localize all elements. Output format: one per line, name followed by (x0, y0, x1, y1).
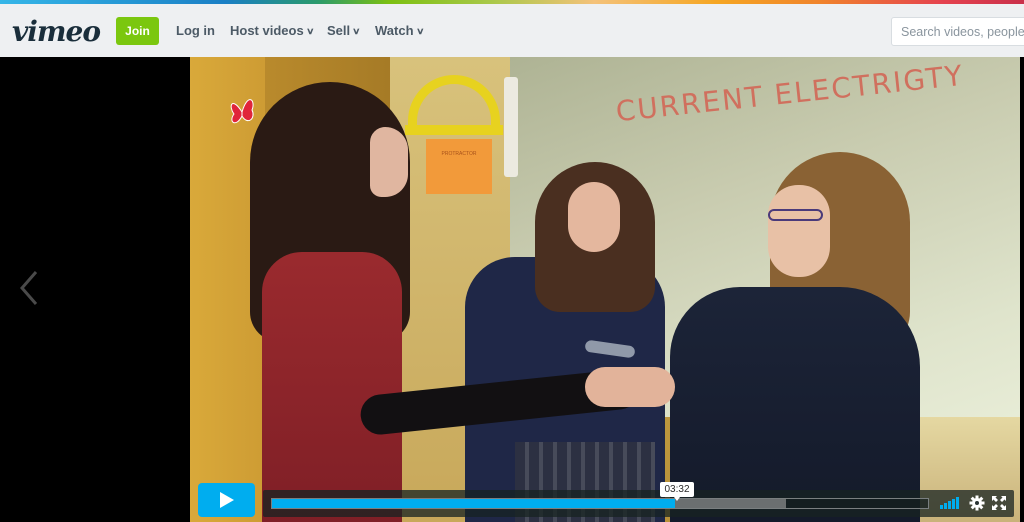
student-right-face (768, 185, 830, 277)
chevron-left-icon[interactable] (18, 270, 42, 306)
student-right-jacket (670, 287, 920, 522)
nav-sell-label: Sell (327, 23, 351, 38)
progress-bar[interactable] (271, 498, 929, 509)
student-left-face (370, 127, 408, 197)
nav-watch[interactable]: Watch ∨ (375, 23, 425, 38)
volume-bar-5 (956, 497, 959, 509)
play-icon (219, 492, 234, 508)
chevron-down-icon: ∨ (415, 26, 425, 36)
volume-bar-2 (944, 503, 947, 509)
nav-watch-label: Watch (375, 23, 414, 38)
protractor-sign: PROTRACTOR (426, 139, 492, 194)
chevron-down-icon: ∨ (352, 26, 361, 36)
volume-bar-3 (948, 501, 951, 509)
volume-icon[interactable] (940, 497, 962, 509)
nav-login[interactable]: Log in (176, 23, 215, 38)
site-header: vimeo Join Log in Host videos ∨ Sell ∨ Wat… (0, 4, 1024, 57)
nav-sell[interactable]: Sell ∨ (327, 23, 361, 38)
search-placeholder: Search videos, people, (901, 24, 1024, 39)
volume-bar-4 (952, 499, 955, 509)
play-button[interactable] (198, 483, 255, 517)
chevron-down-icon: ∨ (305, 26, 315, 36)
progress-played (272, 499, 676, 508)
nav-host-videos[interactable]: Host videos ∨ (230, 23, 315, 38)
gear-icon[interactable] (969, 495, 985, 511)
fullscreen-icon[interactable] (992, 496, 1006, 510)
protractor-base (405, 125, 503, 135)
student-right-glasses (768, 209, 823, 221)
video-frame[interactable]: CURRENT ELECTRIGTY PROTRACTOR (190, 57, 1020, 522)
time-tooltip: 03:32 (660, 482, 694, 501)
nav-login-label: Log in (176, 23, 215, 38)
join-button[interactable]: Join (116, 17, 159, 45)
joined-hands (585, 367, 675, 407)
butterfly-sticker (230, 99, 254, 124)
student-left-dress (262, 252, 402, 522)
search-input[interactable]: Search videos, people, (891, 17, 1024, 46)
student-center-face (568, 182, 620, 252)
volume-bar-1 (940, 505, 943, 509)
nav-host-videos-label: Host videos (230, 23, 304, 38)
vimeo-logo[interactable]: vimeo (12, 15, 101, 48)
protractor-sign-text: PROTRACTOR (441, 151, 477, 157)
scene-wall-fixture (504, 77, 518, 177)
